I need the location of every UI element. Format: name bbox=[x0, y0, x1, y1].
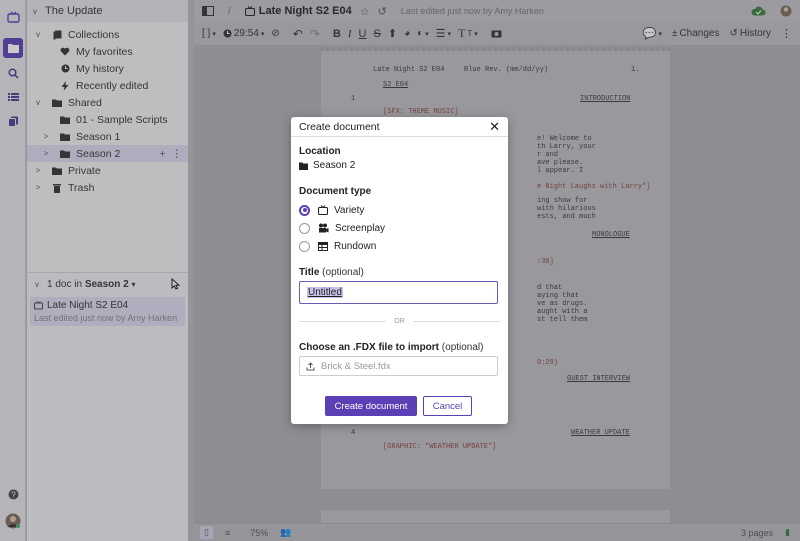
table-icon bbox=[318, 241, 328, 251]
document-type-label: Document type bbox=[299, 186, 372, 197]
fdx-file-input[interactable]: Brick & Steel.fdx bbox=[299, 356, 498, 376]
import-label: Choose an .FDX file to import bbox=[299, 342, 440, 353]
title-input[interactable]: Untitled bbox=[299, 281, 498, 304]
folder-icon bbox=[299, 162, 308, 170]
title-input-value: Untitled bbox=[307, 287, 343, 298]
doc-type-label: Screenplay bbox=[335, 222, 386, 234]
camera-icon bbox=[318, 223, 329, 233]
cancel-button[interactable]: Cancel bbox=[423, 396, 472, 416]
location-value: Season 2 bbox=[313, 160, 356, 171]
dialog-title: Create document bbox=[299, 120, 380, 133]
radio-button[interactable] bbox=[299, 204, 310, 216]
create-document-dialog: Create document ✕ Location Season 2 Docu… bbox=[291, 117, 508, 424]
fdx-file-placeholder: Brick & Steel.fdx bbox=[321, 360, 391, 372]
or-text: OR bbox=[394, 318, 405, 325]
doc-type-label: Rundown bbox=[334, 240, 377, 252]
document-type-options: Variety Screenplay Rundown bbox=[299, 201, 500, 255]
tv-icon bbox=[318, 205, 328, 215]
or-divider: OR bbox=[299, 318, 500, 325]
app-window: ? v The Update v Collections My favorites M… bbox=[0, 0, 800, 541]
doc-type-variety[interactable]: Variety bbox=[299, 201, 500, 219]
title-optional: (optional) bbox=[322, 267, 364, 278]
import-optional: (optional) bbox=[441, 342, 484, 353]
title-label: Title bbox=[299, 267, 320, 278]
radio-button[interactable] bbox=[299, 240, 310, 252]
close-icon[interactable]: ✕ bbox=[489, 120, 500, 133]
upload-icon bbox=[306, 361, 315, 371]
radio-button[interactable] bbox=[299, 222, 310, 234]
create-document-button[interactable]: Create document bbox=[325, 396, 417, 416]
location-label: Location bbox=[299, 146, 341, 157]
doc-type-rundown[interactable]: Rundown bbox=[299, 237, 500, 255]
doc-type-screenplay[interactable]: Screenplay bbox=[299, 219, 500, 237]
doc-type-label: Variety bbox=[334, 204, 365, 216]
